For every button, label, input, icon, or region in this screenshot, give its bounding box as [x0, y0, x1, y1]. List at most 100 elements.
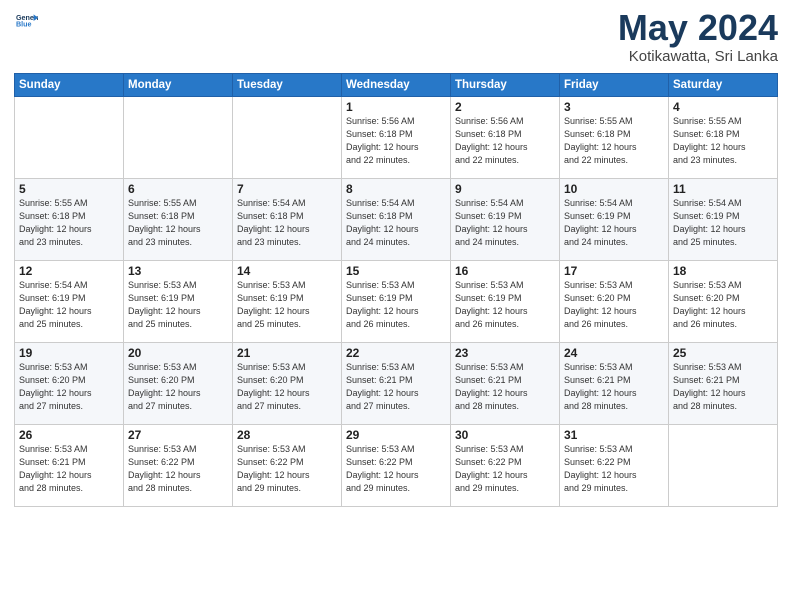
title-block: May 2024 Kotikawatta, Sri Lanka — [618, 10, 778, 65]
col-tuesday: Tuesday — [233, 74, 342, 97]
day-number: 30 — [455, 428, 555, 442]
day-cell: 1Sunrise: 5:56 AM Sunset: 6:18 PM Daylig… — [342, 97, 451, 179]
day-cell: 8Sunrise: 5:54 AM Sunset: 6:18 PM Daylig… — [342, 179, 451, 261]
day-info: Sunrise: 5:53 AM Sunset: 6:20 PM Dayligh… — [128, 361, 228, 413]
location-title: Kotikawatta, Sri Lanka — [618, 48, 778, 65]
day-number: 14 — [237, 264, 337, 278]
day-number: 5 — [19, 182, 119, 196]
day-number: 10 — [564, 182, 664, 196]
day-cell: 21Sunrise: 5:53 AM Sunset: 6:20 PM Dayli… — [233, 343, 342, 425]
week-row-4: 19Sunrise: 5:53 AM Sunset: 6:20 PM Dayli… — [15, 343, 778, 425]
calendar-page: General Blue May 2024 Kotikawatta, Sri L… — [0, 0, 792, 612]
day-cell — [15, 97, 124, 179]
col-friday: Friday — [560, 74, 669, 97]
day-number: 24 — [564, 346, 664, 360]
header-row: Sunday Monday Tuesday Wednesday Thursday… — [15, 74, 778, 97]
day-info: Sunrise: 5:55 AM Sunset: 6:18 PM Dayligh… — [673, 115, 773, 167]
day-info: Sunrise: 5:54 AM Sunset: 6:19 PM Dayligh… — [19, 279, 119, 331]
col-wednesday: Wednesday — [342, 74, 451, 97]
day-number: 17 — [564, 264, 664, 278]
day-info: Sunrise: 5:53 AM Sunset: 6:22 PM Dayligh… — [455, 443, 555, 495]
col-saturday: Saturday — [669, 74, 778, 97]
day-cell: 5Sunrise: 5:55 AM Sunset: 6:18 PM Daylig… — [15, 179, 124, 261]
day-cell: 27Sunrise: 5:53 AM Sunset: 6:22 PM Dayli… — [124, 425, 233, 507]
day-info: Sunrise: 5:55 AM Sunset: 6:18 PM Dayligh… — [128, 197, 228, 249]
day-number: 8 — [346, 182, 446, 196]
day-info: Sunrise: 5:55 AM Sunset: 6:18 PM Dayligh… — [19, 197, 119, 249]
day-number: 26 — [19, 428, 119, 442]
day-info: Sunrise: 5:54 AM Sunset: 6:19 PM Dayligh… — [564, 197, 664, 249]
day-cell: 18Sunrise: 5:53 AM Sunset: 6:20 PM Dayli… — [669, 261, 778, 343]
day-cell: 13Sunrise: 5:53 AM Sunset: 6:19 PM Dayli… — [124, 261, 233, 343]
day-cell: 4Sunrise: 5:55 AM Sunset: 6:18 PM Daylig… — [669, 97, 778, 179]
day-info: Sunrise: 5:53 AM Sunset: 6:19 PM Dayligh… — [455, 279, 555, 331]
day-info: Sunrise: 5:53 AM Sunset: 6:20 PM Dayligh… — [564, 279, 664, 331]
month-title: May 2024 — [618, 10, 778, 46]
day-cell: 31Sunrise: 5:53 AM Sunset: 6:22 PM Dayli… — [560, 425, 669, 507]
day-info: Sunrise: 5:53 AM Sunset: 6:22 PM Dayligh… — [564, 443, 664, 495]
day-cell: 6Sunrise: 5:55 AM Sunset: 6:18 PM Daylig… — [124, 179, 233, 261]
day-info: Sunrise: 5:53 AM Sunset: 6:20 PM Dayligh… — [237, 361, 337, 413]
day-number: 25 — [673, 346, 773, 360]
day-number: 2 — [455, 100, 555, 114]
header: General Blue May 2024 Kotikawatta, Sri L… — [14, 10, 778, 65]
day-cell: 30Sunrise: 5:53 AM Sunset: 6:22 PM Dayli… — [451, 425, 560, 507]
day-cell: 9Sunrise: 5:54 AM Sunset: 6:19 PM Daylig… — [451, 179, 560, 261]
day-number: 12 — [19, 264, 119, 278]
day-number: 29 — [346, 428, 446, 442]
day-info: Sunrise: 5:56 AM Sunset: 6:18 PM Dayligh… — [346, 115, 446, 167]
day-cell: 28Sunrise: 5:53 AM Sunset: 6:22 PM Dayli… — [233, 425, 342, 507]
day-info: Sunrise: 5:53 AM Sunset: 6:20 PM Dayligh… — [673, 279, 773, 331]
day-number: 20 — [128, 346, 228, 360]
day-cell: 25Sunrise: 5:53 AM Sunset: 6:21 PM Dayli… — [669, 343, 778, 425]
day-info: Sunrise: 5:53 AM Sunset: 6:19 PM Dayligh… — [237, 279, 337, 331]
day-cell: 16Sunrise: 5:53 AM Sunset: 6:19 PM Dayli… — [451, 261, 560, 343]
day-info: Sunrise: 5:54 AM Sunset: 6:18 PM Dayligh… — [346, 197, 446, 249]
svg-text:Blue: Blue — [16, 21, 32, 29]
day-cell: 2Sunrise: 5:56 AM Sunset: 6:18 PM Daylig… — [451, 97, 560, 179]
day-cell — [669, 425, 778, 507]
day-cell: 29Sunrise: 5:53 AM Sunset: 6:22 PM Dayli… — [342, 425, 451, 507]
day-info: Sunrise: 5:56 AM Sunset: 6:18 PM Dayligh… — [455, 115, 555, 167]
day-cell: 23Sunrise: 5:53 AM Sunset: 6:21 PM Dayli… — [451, 343, 560, 425]
day-number: 9 — [455, 182, 555, 196]
day-number: 23 — [455, 346, 555, 360]
day-info: Sunrise: 5:53 AM Sunset: 6:21 PM Dayligh… — [673, 361, 773, 413]
day-number: 4 — [673, 100, 773, 114]
day-number: 19 — [19, 346, 119, 360]
day-cell: 26Sunrise: 5:53 AM Sunset: 6:21 PM Dayli… — [15, 425, 124, 507]
day-cell: 3Sunrise: 5:55 AM Sunset: 6:18 PM Daylig… — [560, 97, 669, 179]
col-thursday: Thursday — [451, 74, 560, 97]
day-cell: 17Sunrise: 5:53 AM Sunset: 6:20 PM Dayli… — [560, 261, 669, 343]
day-number: 28 — [237, 428, 337, 442]
day-number: 16 — [455, 264, 555, 278]
day-info: Sunrise: 5:53 AM Sunset: 6:22 PM Dayligh… — [237, 443, 337, 495]
day-number: 15 — [346, 264, 446, 278]
day-info: Sunrise: 5:53 AM Sunset: 6:21 PM Dayligh… — [19, 443, 119, 495]
day-info: Sunrise: 5:54 AM Sunset: 6:18 PM Dayligh… — [237, 197, 337, 249]
week-row-5: 26Sunrise: 5:53 AM Sunset: 6:21 PM Dayli… — [15, 425, 778, 507]
day-number: 1 — [346, 100, 446, 114]
day-info: Sunrise: 5:53 AM Sunset: 6:20 PM Dayligh… — [19, 361, 119, 413]
day-info: Sunrise: 5:53 AM Sunset: 6:19 PM Dayligh… — [346, 279, 446, 331]
logo: General Blue — [14, 10, 38, 32]
day-info: Sunrise: 5:53 AM Sunset: 6:19 PM Dayligh… — [128, 279, 228, 331]
week-row-3: 12Sunrise: 5:54 AM Sunset: 6:19 PM Dayli… — [15, 261, 778, 343]
day-number: 18 — [673, 264, 773, 278]
day-cell: 12Sunrise: 5:54 AM Sunset: 6:19 PM Dayli… — [15, 261, 124, 343]
day-info: Sunrise: 5:55 AM Sunset: 6:18 PM Dayligh… — [564, 115, 664, 167]
col-monday: Monday — [124, 74, 233, 97]
week-row-2: 5Sunrise: 5:55 AM Sunset: 6:18 PM Daylig… — [15, 179, 778, 261]
logo-icon: General Blue — [16, 10, 38, 32]
col-sunday: Sunday — [15, 74, 124, 97]
day-cell: 22Sunrise: 5:53 AM Sunset: 6:21 PM Dayli… — [342, 343, 451, 425]
day-cell: 10Sunrise: 5:54 AM Sunset: 6:19 PM Dayli… — [560, 179, 669, 261]
day-cell: 14Sunrise: 5:53 AM Sunset: 6:19 PM Dayli… — [233, 261, 342, 343]
week-row-1: 1Sunrise: 5:56 AM Sunset: 6:18 PM Daylig… — [15, 97, 778, 179]
day-info: Sunrise: 5:54 AM Sunset: 6:19 PM Dayligh… — [673, 197, 773, 249]
day-number: 13 — [128, 264, 228, 278]
day-info: Sunrise: 5:53 AM Sunset: 6:21 PM Dayligh… — [346, 361, 446, 413]
day-number: 3 — [564, 100, 664, 114]
day-number: 31 — [564, 428, 664, 442]
day-info: Sunrise: 5:54 AM Sunset: 6:19 PM Dayligh… — [455, 197, 555, 249]
